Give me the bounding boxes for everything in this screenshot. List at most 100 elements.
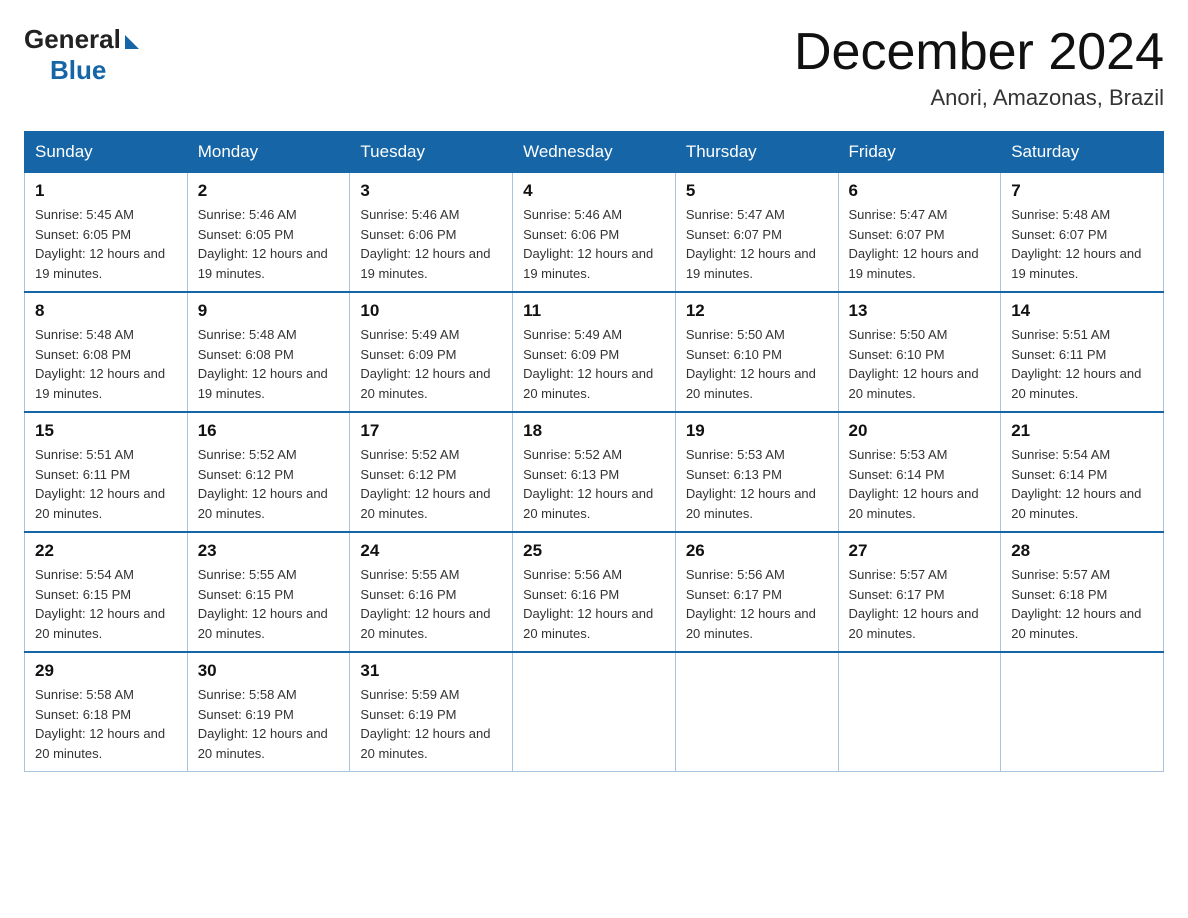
day-info: Sunrise: 5:48 AMSunset: 6:08 PMDaylight:…	[198, 325, 340, 403]
day-info: Sunrise: 5:54 AMSunset: 6:14 PMDaylight:…	[1011, 445, 1153, 523]
day-info: Sunrise: 5:56 AMSunset: 6:16 PMDaylight:…	[523, 565, 665, 643]
header: General Blue December 2024 Anori, Amazon…	[24, 24, 1164, 111]
title-area: December 2024 Anori, Amazonas, Brazil	[794, 24, 1164, 111]
day-info: Sunrise: 5:46 AMSunset: 6:06 PMDaylight:…	[360, 205, 502, 283]
day-info: Sunrise: 5:49 AMSunset: 6:09 PMDaylight:…	[360, 325, 502, 403]
day-number: 24	[360, 541, 502, 561]
day-info: Sunrise: 5:51 AMSunset: 6:11 PMDaylight:…	[1011, 325, 1153, 403]
day-number: 6	[849, 181, 991, 201]
calendar-cell: 24 Sunrise: 5:55 AMSunset: 6:16 PMDayligh…	[350, 532, 513, 652]
calendar-cell: 20Sunrise: 5:53 AMSunset: 6:14 PMDayligh…	[838, 412, 1001, 532]
day-info: Sunrise: 5:46 AMSunset: 6:06 PMDaylight:…	[523, 205, 665, 283]
calendar-cell: 2Sunrise: 5:46 AMSunset: 6:05 PMDaylight…	[187, 173, 350, 293]
day-info: Sunrise: 5:58 AMSunset: 6:19 PMDaylight:…	[198, 685, 340, 763]
calendar-cell: 4 Sunrise: 5:46 AMSunset: 6:06 PMDaylight…	[513, 173, 676, 293]
day-info: Sunrise: 5:55 AMSunset: 6:15 PMDaylight:…	[198, 565, 340, 643]
calendar-cell: 16 Sunrise: 5:52 AMSunset: 6:12 PMDayligh…	[187, 412, 350, 532]
calendar-cell: 7 Sunrise: 5:48 AMSunset: 6:07 PMDaylight…	[1001, 173, 1164, 293]
day-info: Sunrise: 5:55 AMSunset: 6:16 PMDaylight:…	[360, 565, 502, 643]
calendar-cell: 22 Sunrise: 5:54 AMSunset: 6:15 PMDayligh…	[25, 532, 188, 652]
day-info: Sunrise: 5:57 AMSunset: 6:17 PMDaylight:…	[849, 565, 991, 643]
calendar-cell: 6Sunrise: 5:47 AMSunset: 6:07 PMDaylight…	[838, 173, 1001, 293]
calendar-cell: 13 Sunrise: 5:50 AMSunset: 6:10 PMDayligh…	[838, 292, 1001, 412]
day-number: 27	[849, 541, 991, 561]
day-info: Sunrise: 5:50 AMSunset: 6:10 PMDaylight:…	[849, 325, 991, 403]
day-number: 30	[198, 661, 340, 681]
calendar-cell: 30 Sunrise: 5:58 AMSunset: 6:19 PMDayligh…	[187, 652, 350, 772]
day-number: 1	[35, 181, 177, 201]
day-info: Sunrise: 5:49 AMSunset: 6:09 PMDaylight:…	[523, 325, 665, 403]
day-number: 15	[35, 421, 177, 441]
calendar-cell: 26 Sunrise: 5:56 AMSunset: 6:17 PMDayligh…	[675, 532, 838, 652]
location-title: Anori, Amazonas, Brazil	[794, 85, 1164, 111]
day-number: 2	[198, 181, 340, 201]
day-info: Sunrise: 5:59 AMSunset: 6:19 PMDaylight:…	[360, 685, 502, 763]
day-info: Sunrise: 5:54 AMSunset: 6:15 PMDaylight:…	[35, 565, 177, 643]
calendar-cell: 1 Sunrise: 5:45 AMSunset: 6:05 PMDaylight…	[25, 173, 188, 293]
calendar-cell: 11 Sunrise: 5:49 AMSunset: 6:09 PMDayligh…	[513, 292, 676, 412]
day-info: Sunrise: 5:47 AMSunset: 6:07 PMDaylight:…	[686, 205, 828, 283]
day-number: 9	[198, 301, 340, 321]
calendar-cell: 18Sunrise: 5:52 AMSunset: 6:13 PMDayligh…	[513, 412, 676, 532]
calendar-cell: 10Sunrise: 5:49 AMSunset: 6:09 PMDayligh…	[350, 292, 513, 412]
header-friday: Friday	[838, 132, 1001, 173]
day-info: Sunrise: 5:57 AMSunset: 6:18 PMDaylight:…	[1011, 565, 1153, 643]
calendar-cell: 19 Sunrise: 5:53 AMSunset: 6:13 PMDayligh…	[675, 412, 838, 532]
day-number: 14	[1011, 301, 1153, 321]
day-number: 11	[523, 301, 665, 321]
header-saturday: Saturday	[1001, 132, 1164, 173]
day-number: 3	[360, 181, 502, 201]
day-number: 8	[35, 301, 177, 321]
day-number: 22	[35, 541, 177, 561]
calendar-cell: 9 Sunrise: 5:48 AMSunset: 6:08 PMDaylight…	[187, 292, 350, 412]
header-sunday: Sunday	[25, 132, 188, 173]
day-number: 23	[198, 541, 340, 561]
day-info: Sunrise: 5:53 AMSunset: 6:13 PMDaylight:…	[686, 445, 828, 523]
calendar-table: SundayMondayTuesdayWednesdayThursdayFrid…	[24, 131, 1164, 772]
day-info: Sunrise: 5:45 AMSunset: 6:05 PMDaylight:…	[35, 205, 177, 283]
day-info: Sunrise: 5:52 AMSunset: 6:12 PMDaylight:…	[360, 445, 502, 523]
header-monday: Monday	[187, 132, 350, 173]
day-number: 4	[523, 181, 665, 201]
day-info: Sunrise: 5:51 AMSunset: 6:11 PMDaylight:…	[35, 445, 177, 523]
day-number: 25	[523, 541, 665, 561]
day-number: 16	[198, 421, 340, 441]
day-info: Sunrise: 5:50 AMSunset: 6:10 PMDaylight:…	[686, 325, 828, 403]
calendar-cell	[513, 652, 676, 772]
calendar-cell: 31 Sunrise: 5:59 AMSunset: 6:19 PMDayligh…	[350, 652, 513, 772]
day-number: 21	[1011, 421, 1153, 441]
calendar-cell: 28 Sunrise: 5:57 AMSunset: 6:18 PMDayligh…	[1001, 532, 1164, 652]
day-number: 17	[360, 421, 502, 441]
calendar-cell: 14 Sunrise: 5:51 AMSunset: 6:11 PMDayligh…	[1001, 292, 1164, 412]
logo: General Blue	[24, 24, 139, 86]
day-number: 13	[849, 301, 991, 321]
day-info: Sunrise: 5:48 AMSunset: 6:07 PMDaylight:…	[1011, 205, 1153, 283]
day-number: 20	[849, 421, 991, 441]
day-info: Sunrise: 5:58 AMSunset: 6:18 PMDaylight:…	[35, 685, 177, 763]
day-number: 28	[1011, 541, 1153, 561]
day-number: 26	[686, 541, 828, 561]
header-tuesday: Tuesday	[350, 132, 513, 173]
day-number: 7	[1011, 181, 1153, 201]
day-number: 18	[523, 421, 665, 441]
calendar-cell: 15 Sunrise: 5:51 AMSunset: 6:11 PMDayligh…	[25, 412, 188, 532]
calendar-cell: 3 Sunrise: 5:46 AMSunset: 6:06 PMDaylight…	[350, 173, 513, 293]
calendar-cell: 27 Sunrise: 5:57 AMSunset: 6:17 PMDayligh…	[838, 532, 1001, 652]
day-number: 5	[686, 181, 828, 201]
header-thursday: Thursday	[675, 132, 838, 173]
calendar-cell	[675, 652, 838, 772]
calendar-cell: 17 Sunrise: 5:52 AMSunset: 6:12 PMDayligh…	[350, 412, 513, 532]
day-number: 12	[686, 301, 828, 321]
calendar-cell	[1001, 652, 1164, 772]
calendar-cell: 23 Sunrise: 5:55 AMSunset: 6:15 PMDayligh…	[187, 532, 350, 652]
day-number: 29	[35, 661, 177, 681]
calendar-cell: 21 Sunrise: 5:54 AMSunset: 6:14 PMDayligh…	[1001, 412, 1164, 532]
day-info: Sunrise: 5:52 AMSunset: 6:12 PMDaylight:…	[198, 445, 340, 523]
day-number: 31	[360, 661, 502, 681]
calendar-cell: 29 Sunrise: 5:58 AMSunset: 6:18 PMDayligh…	[25, 652, 188, 772]
calendar-cell	[838, 652, 1001, 772]
logo-blue-text: Blue	[50, 55, 106, 86]
calendar-cell: 8Sunrise: 5:48 AMSunset: 6:08 PMDaylight…	[25, 292, 188, 412]
day-number: 19	[686, 421, 828, 441]
day-info: Sunrise: 5:56 AMSunset: 6:17 PMDaylight:…	[686, 565, 828, 643]
